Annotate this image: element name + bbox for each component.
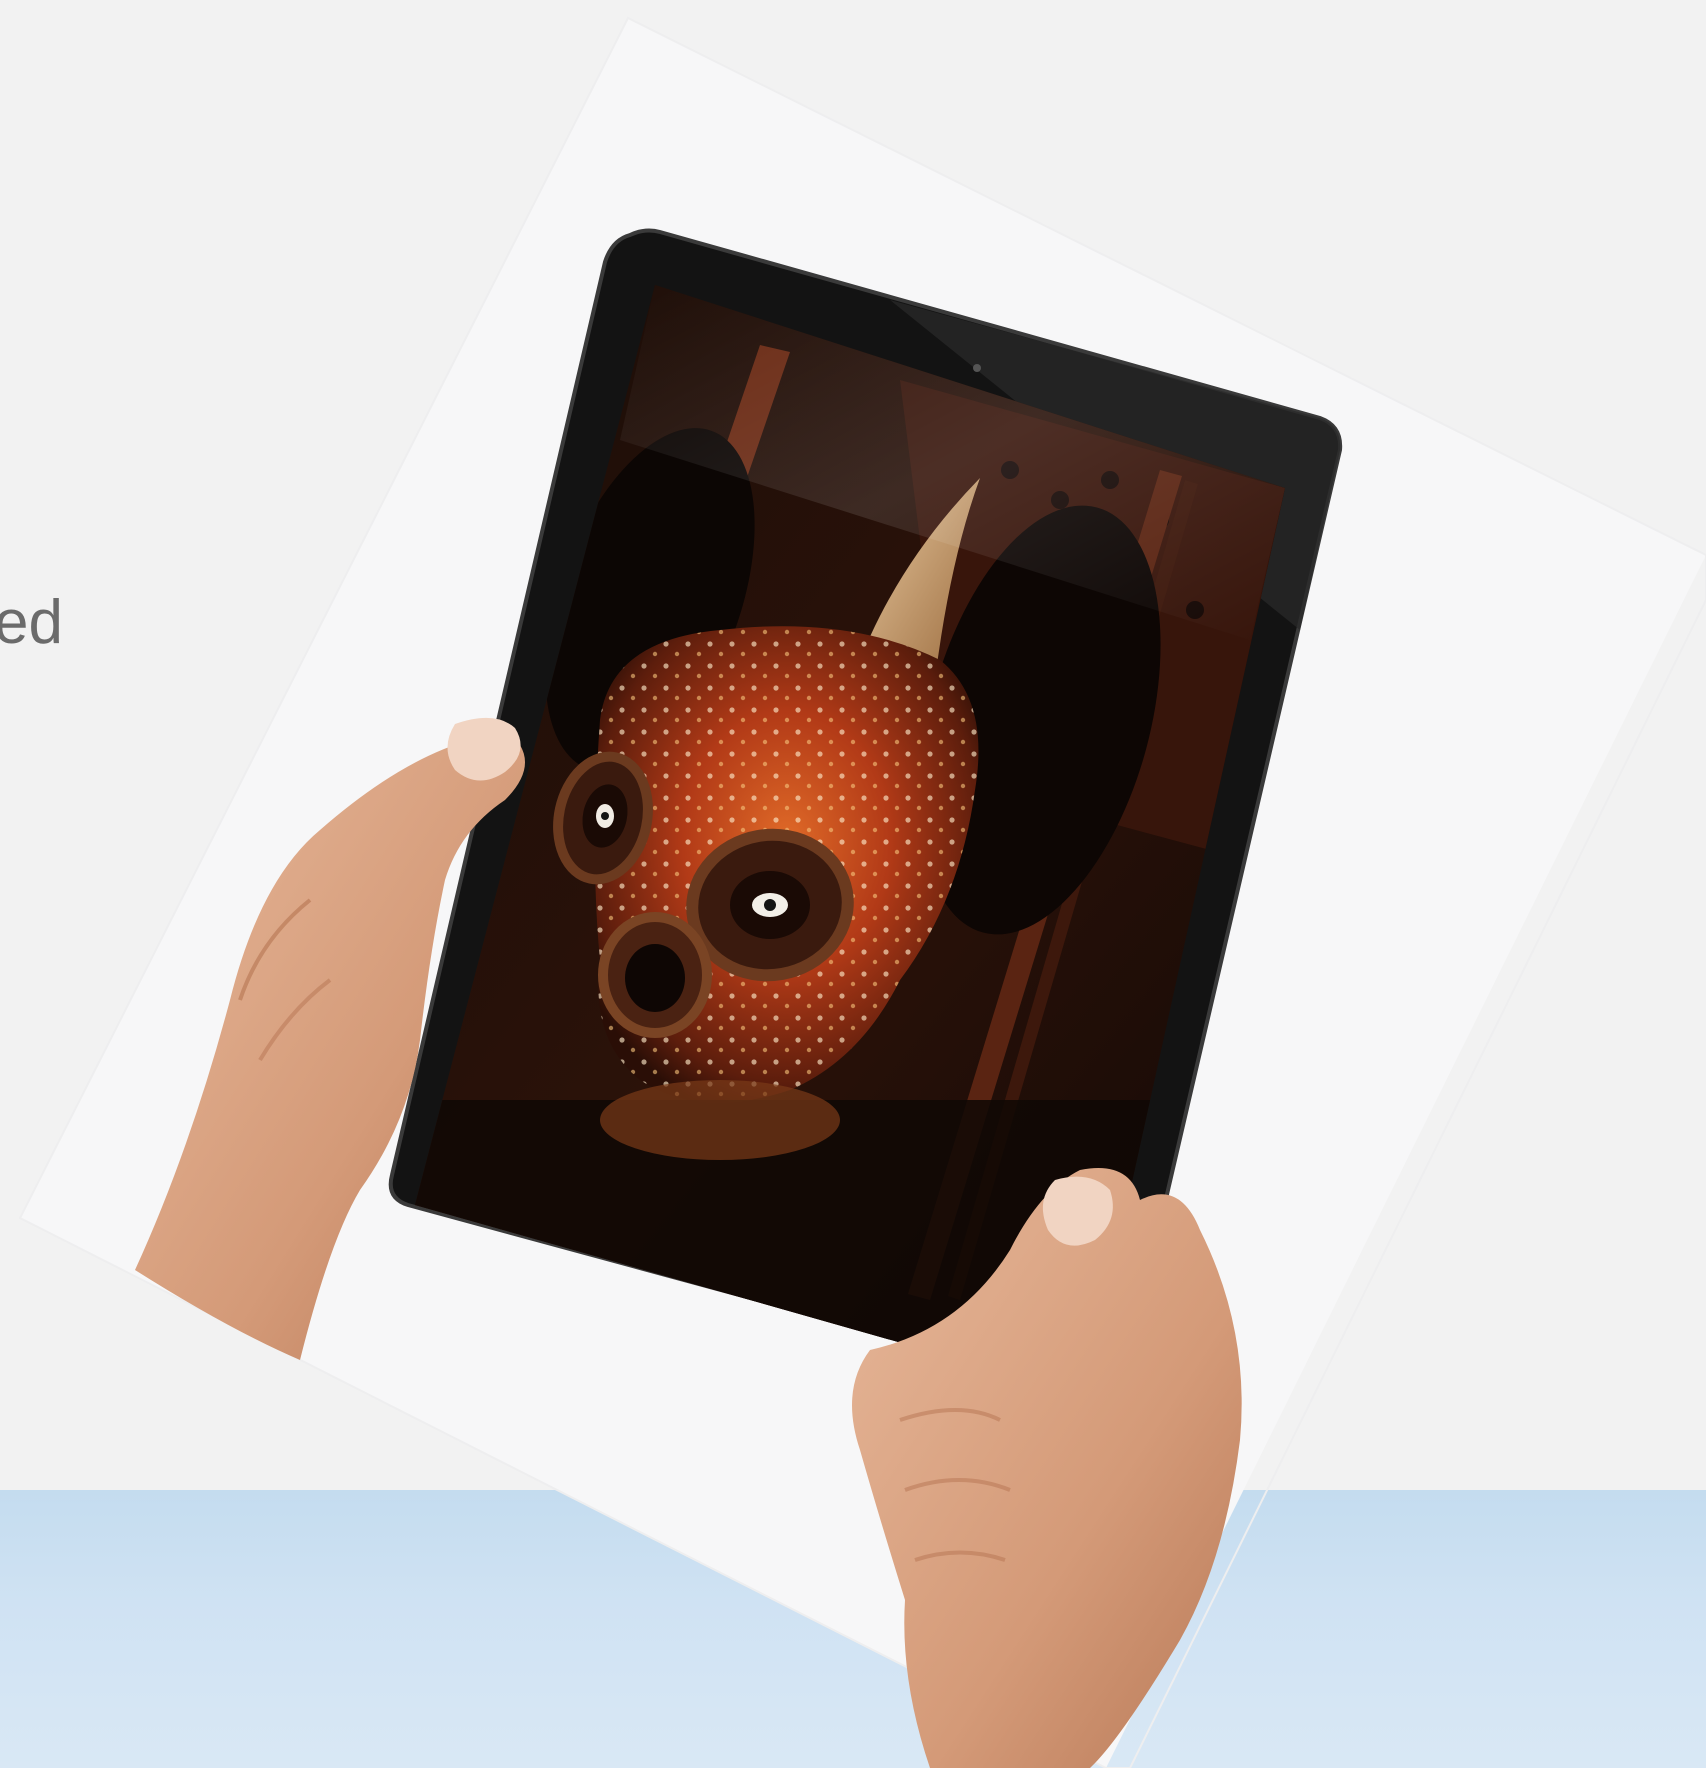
page: ed: [0, 0, 1706, 1768]
mask-mouth: [598, 912, 712, 1038]
product-photo: [18, 16, 1706, 1768]
